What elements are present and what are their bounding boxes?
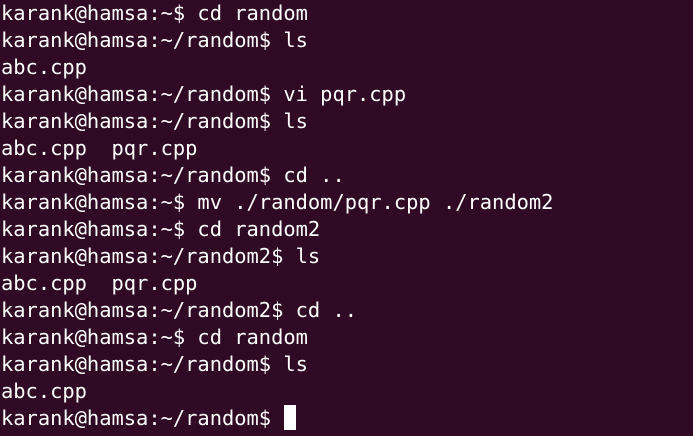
- terminal-line: karank@hamsa:~/random2$ ls: [1, 244, 321, 268]
- terminal-line: karank@hamsa:~/random$ ls: [1, 109, 308, 133]
- terminal-line: karank@hamsa:~/random$ cd ..: [1, 163, 345, 187]
- terminal-line: karank@hamsa:~$ cd random: [1, 325, 308, 349]
- terminal-line: karank@hamsa:~/random2$ cd ..: [1, 298, 358, 322]
- terminal-prompt: karank@hamsa:~/random$: [1, 406, 284, 430]
- terminal-output-line: abc.cpp pqr.cpp: [1, 136, 198, 160]
- terminal-line: karank@hamsa:~/random$ vi pqr.cpp: [1, 82, 407, 106]
- terminal-line: karank@hamsa:~$ cd random2: [1, 217, 321, 241]
- terminal-line: karank@hamsa:~/random$ ls: [1, 28, 308, 52]
- terminal-output-line: abc.cpp: [1, 379, 87, 403]
- terminal-line: karank@hamsa:~/random$ ls: [1, 352, 308, 376]
- terminal-line: karank@hamsa:~$ cd random: [1, 1, 308, 25]
- block-cursor-icon: [284, 405, 297, 430]
- terminal-window[interactable]: karank@hamsa:~$ cd random karank@hamsa:~…: [0, 0, 693, 436]
- terminal-prompt-line[interactable]: karank@hamsa:~/random$: [1, 405, 693, 432]
- terminal-output-line: abc.cpp: [1, 55, 87, 79]
- terminal-output-line: abc.cpp pqr.cpp: [1, 271, 198, 295]
- terminal-line: karank@hamsa:~$ mv ./random/pqr.cpp ./ra…: [1, 190, 554, 214]
